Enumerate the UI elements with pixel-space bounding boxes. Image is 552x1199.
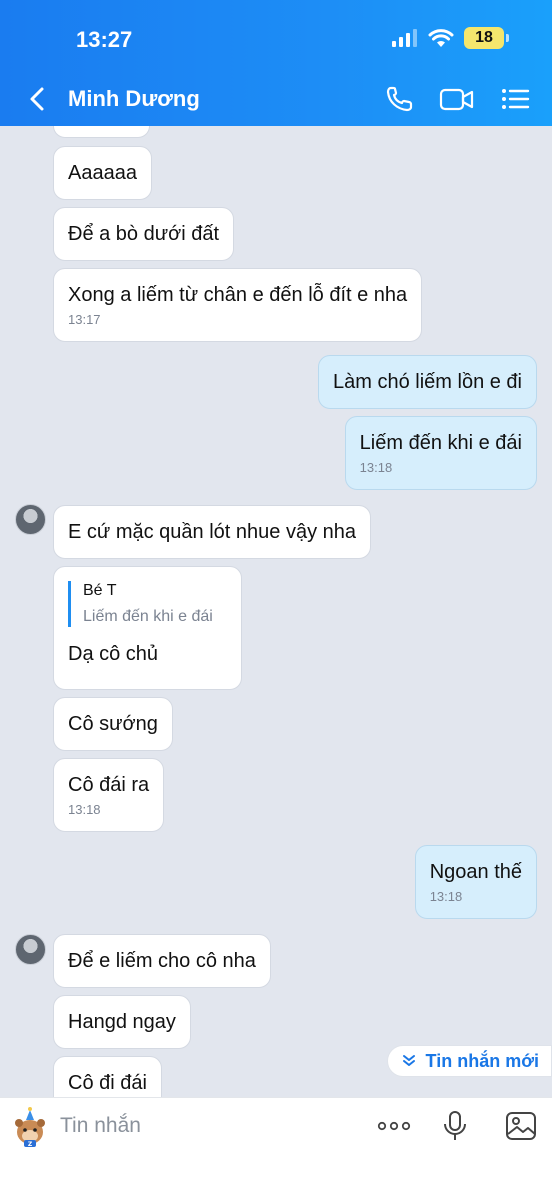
chat-header: 13:27 18 Minh Dương	[0, 0, 552, 126]
message-list[interactable]: Aaaaaa Để a bò dưới đất Xong a liếm từ c…	[0, 126, 552, 1097]
battery-indicator: 18	[464, 27, 509, 49]
message-text: Để a bò dưới đất	[68, 223, 220, 245]
chevron-left-icon[interactable]	[24, 84, 52, 114]
image-icon[interactable]	[504, 1110, 538, 1142]
message-text: Liếm đến khi e đái	[359, 432, 522, 454]
message-bubble[interactable]: E cứ mặc quần lót nhue vậy nha	[53, 505, 372, 559]
message-text: Cô đái ra	[68, 774, 150, 796]
microphone-icon[interactable]	[441, 1110, 469, 1142]
message-bubble[interactable]: Để e liếm cho cô nha	[53, 934, 271, 988]
reply-message-bubble[interactable]: Bé T Liếm đến khi e đái Dạ cô chủ	[53, 566, 242, 690]
signal-icon	[392, 29, 417, 47]
message-bubble[interactable]: Hangd ngay	[53, 995, 191, 1049]
message-time: 13:18	[429, 889, 463, 904]
wifi-icon	[428, 29, 454, 47]
new-messages-button[interactable]: Tin nhắn mới	[386, 1045, 552, 1077]
message-bubble[interactable]: Cô sướng	[53, 697, 173, 751]
sticker-icon[interactable]: Z	[10, 1106, 50, 1148]
list-menu-icon[interactable]	[500, 84, 534, 114]
video-camera-icon[interactable]	[438, 84, 476, 114]
message-text: Aaaaaa	[68, 162, 137, 184]
more-dots-icon[interactable]	[376, 1110, 412, 1142]
new-messages-label: Tin nhắn mới	[425, 1050, 539, 1071]
phone-icon[interactable]	[383, 84, 417, 114]
message-bubble[interactable]: Để a bò dưới đất	[53, 207, 235, 261]
quoted-message[interactable]: Bé T Liếm đến khi e đái	[68, 581, 227, 627]
nav-bar: Minh Dương	[0, 78, 552, 122]
my-message-bubble[interactable]: Liếm đến khi e đái 13:18	[344, 416, 537, 490]
message-text: Để e liếm cho cô nha	[68, 950, 256, 972]
contact-name[interactable]: Minh Dương	[68, 86, 200, 112]
message-time: 13:18	[68, 802, 101, 817]
avatar[interactable]	[15, 504, 46, 535]
message-bubble[interactable]	[53, 126, 150, 138]
message-input-bar: Z Tin nhắn	[0, 1097, 552, 1199]
double-chevron-down-icon	[402, 1055, 415, 1066]
status-icons: 18	[392, 27, 509, 49]
svg-text:Z: Z	[28, 1141, 33, 1148]
avatar[interactable]	[15, 934, 46, 965]
message-input[interactable]: Tin nhắn	[60, 1114, 141, 1138]
message-text: Hangd ngay	[68, 1011, 176, 1033]
message-text: E cứ mặc quần lót nhue vậy nha	[68, 521, 357, 543]
message-bubble[interactable]: Aaaaaa	[53, 146, 152, 200]
quoted-text: Liếm đến khi e đái	[83, 608, 213, 625]
message-text: Cô đi đái	[68, 1072, 147, 1094]
message-time: 13:17	[68, 312, 101, 327]
quoted-sender: Bé T	[83, 582, 117, 599]
message-text: Làm chó liếm lồn e đi	[333, 371, 522, 393]
message-text: Cô sướng	[68, 713, 158, 735]
message-text: Xong a liếm từ chân e đến lỗ đít e nha	[68, 284, 408, 306]
message-bubble[interactable]: Xong a liếm từ chân e đến lỗ đít e nha 1…	[53, 268, 423, 342]
my-message-bubble[interactable]: Làm chó liếm lồn e đi	[318, 355, 537, 409]
message-time: 13:18	[359, 460, 393, 475]
message-text: Dạ cô chủ	[68, 643, 159, 665]
message-bubble[interactable]: Cô đái ra 13:18	[53, 758, 165, 832]
my-message-bubble[interactable]: Ngoan thế 13:18	[414, 845, 537, 919]
message-bubble[interactable]: Cô đi đái	[53, 1056, 162, 1097]
status-time: 13:27	[76, 27, 133, 52]
message-text: Ngoan thế	[429, 861, 522, 883]
